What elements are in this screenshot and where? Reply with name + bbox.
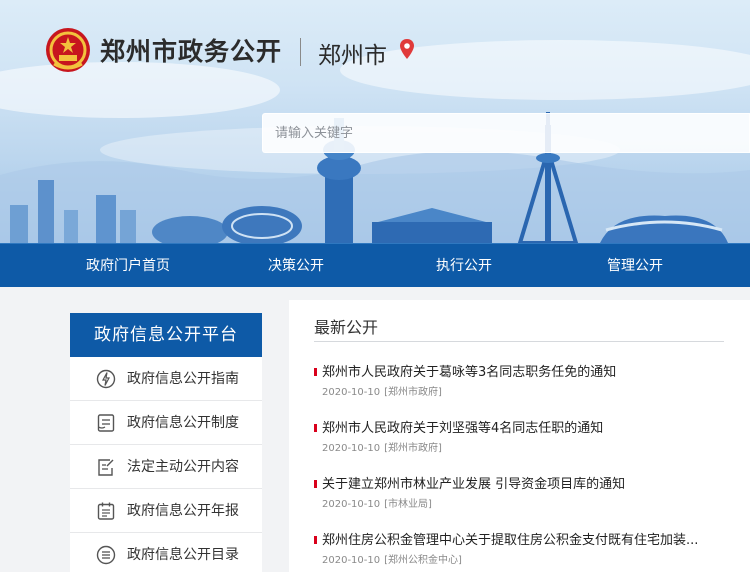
sidebar-item-catalog[interactable]: 政府信息公开目录 [70,533,262,572]
news-source: [郑州市政府] [384,387,442,398]
bullet-marker [314,424,317,432]
latest-disclosures-panel: 最新公开 郑州市人民政府关于葛咏等3名同志职务任免的通知 2020-10-10[… [289,300,750,572]
section-divider [314,341,724,342]
national-emblem-icon [46,28,90,72]
news-source: [市林业局] [384,499,432,510]
news-date: 2020-10-10 [322,387,381,398]
news-date: 2020-10-10 [322,499,381,510]
search-input[interactable] [263,114,749,152]
section-title: 最新公开 [314,318,379,337]
catalog-list-icon [96,545,116,565]
main-nav: 政府门户首页 决策公开 执行公开 管理公开 [0,243,750,287]
sidebar-item-system[interactable]: 政府信息公开制度 [70,401,262,445]
news-date: 2020-10-10 [322,555,381,566]
bullet-marker [314,536,317,544]
location-pin-icon[interactable] [399,38,415,60]
header-banner: 郑州市政务公开 郑州市 [0,0,750,243]
sidebar-item-guide[interactable]: 政府信息公开指南 [70,357,262,401]
news-meta: 2020-10-10 [市林业局] [322,495,432,510]
compass-icon [96,369,116,389]
sidebar-item-label: 政府信息公开年报 [127,503,239,519]
document-list-icon [97,414,115,432]
news-meta: 2020-10-10 [郑州公积金中心] [322,551,462,566]
sidebar-item-label: 法定主动公开内容 [127,459,239,475]
news-title-link[interactable]: 郑州市人民政府关于葛咏等3名同志职务任免的通知 [322,361,722,380]
calendar-report-icon [97,502,115,520]
page: 郑州市政务公开 郑州市 政府门户首页 决策公开 执行公开 管理公开 政府信息公开… [0,0,750,572]
nav-item-management[interactable]: 管理公开 [607,244,663,288]
news-source: [郑州市政府] [384,443,442,454]
sidebar-item-label: 政府信息公开指南 [127,371,239,387]
nav-item-home[interactable]: 政府门户首页 [86,244,170,288]
news-source: [郑州公积金中心] [384,555,462,566]
edit-document-icon [98,459,114,476]
site-title[interactable]: 郑州市政务公开 [100,32,282,68]
city-selector[interactable]: 郑州市 [318,36,387,70]
bullet-marker [314,480,317,488]
news-date: 2020-10-10 [322,443,381,454]
sidebar-item-statutory[interactable]: 法定主动公开内容 [70,445,262,489]
sidebar-item-label: 政府信息公开目录 [127,547,239,563]
news-meta: 2020-10-10 [郑州市政府] [322,439,442,454]
news-meta: 2020-10-10 [郑州市政府] [322,383,442,398]
search-box [262,113,750,153]
sidebar: 政府信息公开平台 政府信息公开指南 政府信息公开制度 法定主动公开内容 政府信息… [70,313,262,572]
sidebar-item-label: 政府信息公开制度 [127,415,239,431]
nav-item-execution[interactable]: 执行公开 [436,244,492,288]
nav-item-decision[interactable]: 决策公开 [268,244,324,288]
title-divider [300,38,301,66]
sidebar-header: 政府信息公开平台 [70,313,262,357]
sidebar-item-annual-report[interactable]: 政府信息公开年报 [70,489,262,533]
bullet-marker [314,368,317,376]
news-title-link[interactable]: 郑州市人民政府关于刘坚强等4名同志任职的通知 [322,417,722,436]
news-title-link[interactable]: 郑州住房公积金管理中心关于提取住房公积金支付既有住宅加装... [322,529,722,548]
news-title-link[interactable]: 关于建立郑州市林业产业发展 引导资金项目库的通知 [322,473,722,492]
